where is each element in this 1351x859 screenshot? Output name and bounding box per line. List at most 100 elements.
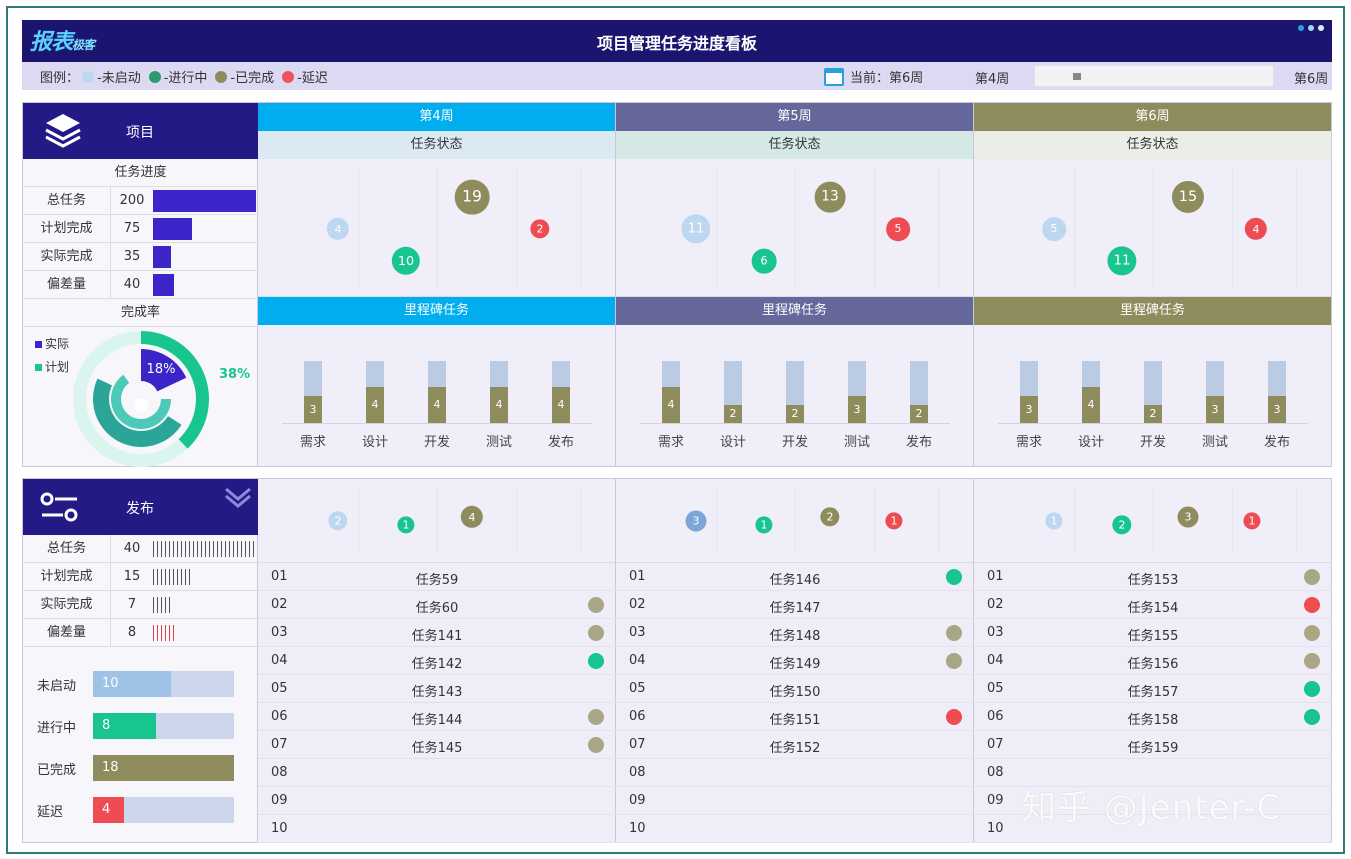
status-bubble-in-progress[interactable]: 10: [391, 246, 421, 276]
gridline: [580, 487, 581, 554]
release-bubble-in-progress[interactable]: 1: [397, 516, 415, 534]
task-name: 任务59: [415, 573, 459, 588]
release-bubble-not-started[interactable]: 2: [328, 511, 348, 531]
milestone-bar[interactable]: 3: [304, 361, 322, 423]
week-header[interactable]: 第6周: [974, 103, 1331, 131]
milestone-bar[interactable]: 4: [428, 361, 446, 423]
milestone-bar[interactable]: 3: [1206, 361, 1224, 423]
gridline: [516, 487, 517, 554]
milestone-bar[interactable]: 4: [1082, 361, 1100, 423]
milestone-bar-value: 2: [910, 405, 928, 423]
release-bubble-delayed[interactable]: 1: [885, 512, 903, 530]
task-row[interactable]: 03 任务141: [258, 619, 616, 647]
task-row[interactable]: 07 任务152: [616, 731, 974, 759]
release-status-chart: 3 1 2 1: [616, 479, 973, 563]
task-row[interactable]: 06 任务144: [258, 703, 616, 731]
task-row[interactable]: 07 任务159: [974, 731, 1332, 759]
task-row[interactable]: 03 任务148: [616, 619, 974, 647]
task-row[interactable]: 03 任务155: [974, 619, 1332, 647]
chevron-down-icon[interactable]: [224, 485, 252, 509]
milestone-category-label: 测试: [843, 435, 870, 450]
status-bubble-delayed[interactable]: 5: [886, 217, 910, 241]
week-slider-thumb[interactable]: [1073, 73, 1081, 80]
release-bubble-done[interactable]: 4: [460, 505, 484, 529]
current-week: 当前：第6周: [824, 67, 923, 86]
task-row[interactable]: 09: [616, 787, 974, 815]
release-row: 计划完成 15: [23, 563, 258, 591]
week-header[interactable]: 第5周: [616, 103, 973, 131]
task-row[interactable]: 05 任务157: [974, 675, 1332, 703]
status-bubble-not-started[interactable]: 4: [326, 217, 350, 241]
release-bubble-done[interactable]: 2: [820, 507, 840, 527]
watermark: 知乎 @Jenter-C: [1022, 788, 1282, 828]
task-row[interactable]: 02 任务60: [258, 591, 616, 619]
calendar-icon[interactable]: [824, 67, 844, 86]
release-bubble-not-started[interactable]: 3: [685, 510, 707, 532]
task-row[interactable]: 08: [258, 759, 616, 787]
progress-row: 实际完成 35: [23, 243, 258, 271]
milestone-bar[interactable]: 2: [724, 361, 742, 423]
actual-percent: 18%: [147, 362, 176, 377]
milestone-category-label: 开发: [781, 435, 808, 450]
status-bubble-delayed[interactable]: 4: [1244, 217, 1268, 241]
status-bubble-done[interactable]: 15: [1171, 180, 1205, 214]
task-row[interactable]: 06 任务158: [974, 703, 1332, 731]
task-row[interactable]: 04 任务149: [616, 647, 974, 675]
task-row[interactable]: 10: [258, 815, 616, 843]
task-row[interactable]: 09: [258, 787, 616, 815]
status-bubble-done[interactable]: 13: [814, 181, 846, 213]
window-dots[interactable]: [1298, 25, 1324, 31]
task-row[interactable]: 02 任务154: [974, 591, 1332, 619]
layers-icon: [45, 114, 81, 148]
task-row[interactable]: 01 任务153: [974, 563, 1332, 591]
milestone-bar[interactable]: 3: [1268, 361, 1286, 423]
task-row[interactable]: 04 任务142: [258, 647, 616, 675]
task-number: 09: [271, 793, 288, 808]
week-release-column: 3 1 2 1 01 任务146 02 任务147 03 任务148 04 任务149 05 任务150 0…: [616, 479, 974, 843]
gridline: [1296, 167, 1297, 288]
status-bubble-not-started[interactable]: 5: [1042, 217, 1066, 241]
status-bubble-done[interactable]: 19: [454, 179, 490, 215]
milestone-bar[interactable]: 4: [366, 361, 384, 423]
progress-row-label: 实际完成: [23, 243, 111, 270]
progress-title: 任务进度: [23, 159, 258, 187]
status-bubble-delayed[interactable]: 2: [530, 219, 550, 239]
task-row[interactable]: 02 任务147: [616, 591, 974, 619]
milestone-category-label: 开发: [1139, 435, 1166, 450]
milestone-bar[interactable]: 4: [662, 361, 680, 423]
milestone-bar[interactable]: 2: [910, 361, 928, 423]
release-bubble-in-progress[interactable]: 1: [755, 516, 773, 534]
task-name: 任务60: [415, 601, 459, 616]
milestone-bar[interactable]: 4: [490, 361, 508, 423]
task-row[interactable]: 10: [616, 815, 974, 843]
release-bubble-in-progress[interactable]: 2: [1112, 515, 1132, 535]
week-header[interactable]: 第4周: [258, 103, 615, 131]
header-bar: 报表极客 项目管理任务进度看板: [22, 20, 1332, 62]
task-row[interactable]: 01 任务146: [616, 563, 974, 591]
release-bubble-not-started[interactable]: 1: [1045, 512, 1063, 530]
slider-right-label: 第6周: [1294, 72, 1329, 87]
task-row[interactable]: 06 任务151: [616, 703, 974, 731]
milestone-bar[interactable]: 3: [848, 361, 866, 423]
milestone-bar[interactable]: 2: [1144, 361, 1162, 423]
status-bubble-in-progress[interactable]: 6: [751, 248, 777, 274]
task-row[interactable]: 07 任务145: [258, 731, 616, 759]
status-bar-row: 已完成 18: [23, 755, 258, 781]
task-row[interactable]: 01 任务59: [258, 563, 616, 591]
milestone-bar[interactable]: 3: [1020, 361, 1038, 423]
task-row[interactable]: 05 任务150: [616, 675, 974, 703]
week-slider[interactable]: [1034, 65, 1274, 87]
status-bubble-in-progress[interactable]: 11: [1107, 246, 1137, 276]
status-bubble-not-started[interactable]: 11: [681, 214, 711, 244]
milestone-bar[interactable]: 4: [552, 361, 570, 423]
task-status-title: 任务状态: [258, 131, 615, 159]
release-bubble-delayed[interactable]: 1: [1243, 512, 1261, 530]
milestone-title: 里程碑任务: [616, 297, 973, 325]
task-row[interactable]: 08: [616, 759, 974, 787]
task-row[interactable]: 04 任务156: [974, 647, 1332, 675]
progress-row: 偏差量 40: [23, 271, 258, 299]
task-row[interactable]: 05 任务143: [258, 675, 616, 703]
milestone-title: 里程碑任务: [974, 297, 1331, 325]
release-bubble-done[interactable]: 3: [1177, 506, 1199, 528]
milestone-bar[interactable]: 2: [786, 361, 804, 423]
